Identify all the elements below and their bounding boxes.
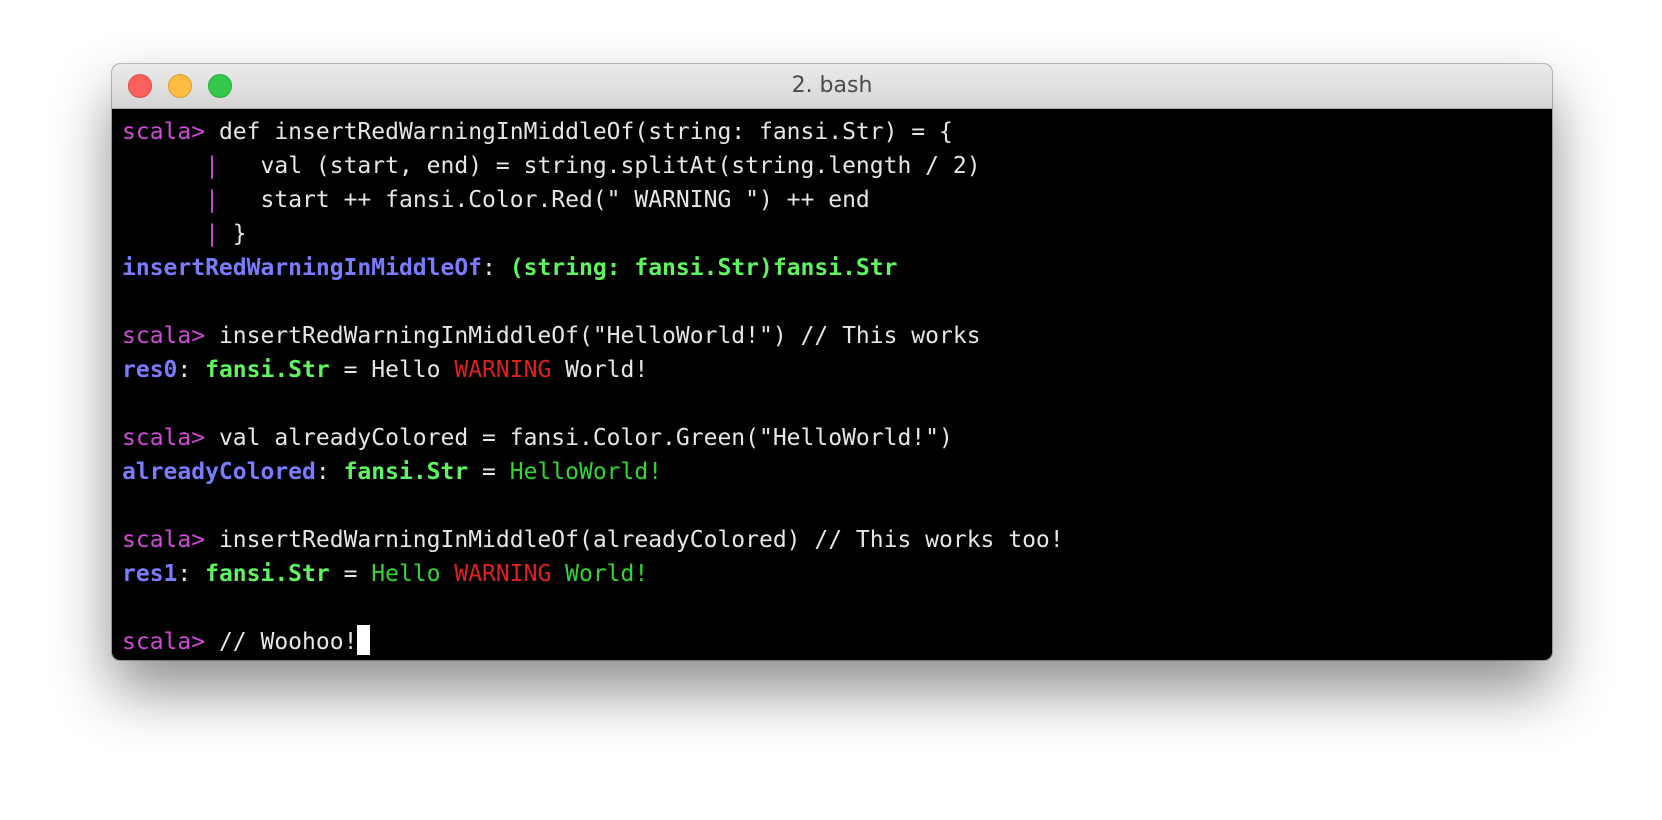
command-text: insertRedWarningInMiddleOf(alreadyColore…: [205, 527, 1064, 553]
terminal-line: scala> insertRedWarningInMiddleOf(alread…: [122, 523, 1552, 557]
result-separator: :: [177, 357, 206, 383]
window-title: 2. bash: [791, 73, 873, 98]
title-bar[interactable]: 2. bash: [112, 64, 1552, 109]
result-value: World!: [551, 357, 649, 383]
terminal-line: scala> def insertRedWarningInMiddleOf(st…: [122, 115, 1552, 149]
result-name: insertRedWarningInMiddleOf: [122, 255, 483, 281]
command-text: val (start, end) = string.splitAt(string…: [218, 153, 981, 179]
prompt: scala>: [122, 119, 206, 145]
result-type: (string: fansi.Str)fansi.Str: [509, 255, 898, 281]
result-name: res0: [122, 357, 178, 383]
prompt: scala>: [122, 527, 206, 553]
result-type: fansi.Str: [343, 459, 469, 485]
result-separator: :: [315, 459, 344, 485]
result-value: HelloWorld!: [509, 459, 663, 485]
result-name: res1: [122, 561, 178, 587]
result-separator: :: [482, 255, 510, 281]
command-text: }: [218, 221, 247, 247]
result-equals: =: [329, 357, 372, 383]
result-equals: =: [468, 459, 510, 485]
prompt: scala>: [122, 425, 206, 451]
terminal-line: | start ++ fansi.Color.Red(" WARNING ") …: [122, 183, 1552, 217]
terminal-output[interactable]: scala> def insertRedWarningInMiddleOf(st…: [112, 109, 1552, 659]
continuation-marker: |: [205, 187, 219, 213]
command-text: insertRedWarningInMiddleOf("HelloWorld!"…: [205, 323, 981, 349]
terminal-line: res0: fansi.Str = Hello WARNING World!: [122, 353, 1552, 387]
continuation-marker: |: [205, 153, 219, 179]
terminal-line-input[interactable]: scala> // Woohoo!: [122, 625, 1552, 659]
result-name: alreadyColored: [122, 459, 316, 485]
result-type: fansi.Str: [205, 357, 330, 383]
prompt: scala>: [122, 629, 206, 655]
prompt: scala>: [122, 323, 206, 349]
terminal-window: 2. bash scala> def insertRedWarningInMid…: [112, 64, 1552, 660]
terminal-line: insertRedWarningInMiddleOf: (string: fan…: [122, 251, 1552, 285]
result-value: World!: [551, 561, 649, 587]
terminal-line: | val (start, end) = string.splitAt(stri…: [122, 149, 1552, 183]
terminal-line: scala> val alreadyColored = fansi.Color.…: [122, 421, 1552, 455]
continuation-marker: |: [205, 221, 219, 247]
result-warning: WARNING: [454, 561, 552, 587]
command-text: val alreadyColored = fansi.Color.Green("…: [205, 425, 953, 451]
command-text: start ++ fansi.Color.Red(" WARNING ") ++…: [218, 187, 870, 213]
text-cursor: [357, 625, 371, 655]
terminal-line: | }: [122, 217, 1552, 251]
command-text: def insertRedWarningInMiddleOf(string: f…: [205, 119, 953, 145]
terminal-line: alreadyColored: fansi.Str = HelloWorld!: [122, 455, 1552, 489]
result-separator: :: [177, 561, 206, 587]
terminal-line: res1: fansi.Str = Hello WARNING World!: [122, 557, 1552, 591]
result-value: Hello: [371, 561, 455, 587]
terminal-line: scala> insertRedWarningInMiddleOf("Hello…: [122, 319, 1552, 353]
result-warning: WARNING: [454, 357, 552, 383]
result-value: Hello: [371, 357, 455, 383]
current-input[interactable]: // Woohoo!: [205, 629, 357, 655]
result-type: fansi.Str: [205, 561, 330, 587]
result-equals: =: [329, 561, 372, 587]
